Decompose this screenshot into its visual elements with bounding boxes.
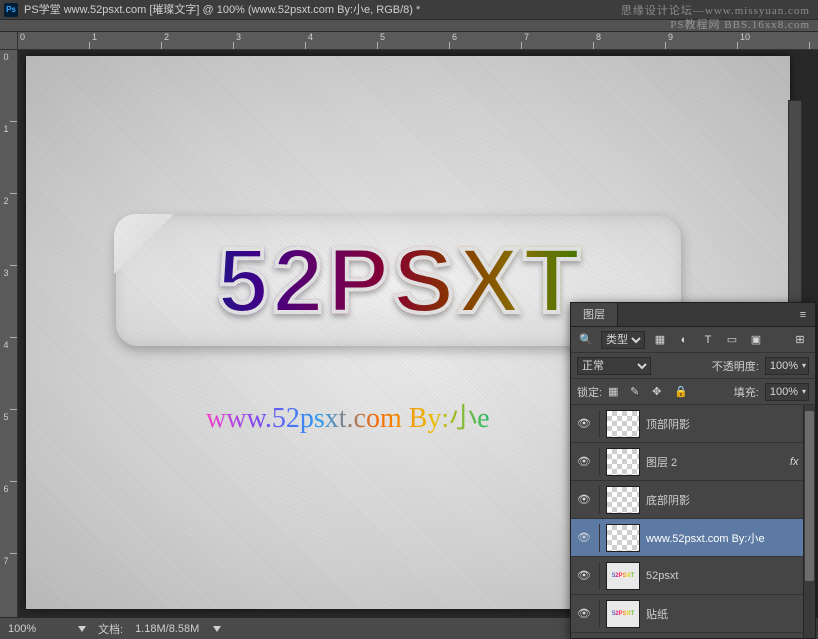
layer-row[interactable]: 👁图层 2fx▾ bbox=[571, 443, 815, 481]
separator bbox=[599, 562, 600, 590]
separator bbox=[599, 524, 600, 552]
layer-row[interactable]: 👁 52PSXT 贴纸 bbox=[571, 595, 815, 633]
page-curl-effect bbox=[114, 214, 214, 314]
zoom-level[interactable]: 100% bbox=[8, 623, 64, 635]
layer-row[interactable]: 👁 底部阴影 bbox=[571, 481, 815, 519]
doc-size-label: 文档: bbox=[98, 621, 123, 637]
layer-name[interactable]: www.52psxt.com By:小e bbox=[646, 530, 811, 546]
visibility-toggle-icon[interactable]: 👁 bbox=[575, 531, 593, 544]
separator bbox=[599, 600, 600, 628]
layer-row[interactable]: 👁 52PSXT 52psxt bbox=[571, 557, 815, 595]
visibility-toggle-icon[interactable]: 👁 bbox=[575, 455, 593, 468]
forum-watermark-2: PS教程网 BBS.16xx8.com bbox=[670, 16, 810, 32]
layers-panel: 图层 ≡ 🔍 类型 ▦ ◐ T ▭ ▣ ⊞ 正常 不透明度: 100%▾ 锁定:… bbox=[570, 302, 816, 639]
layers-list[interactable]: 👁顶部阴影👁图层 2fx▾👁底部阴影👁www.52psxt.com By:小e👁… bbox=[571, 405, 815, 638]
layer-thumbnail[interactable] bbox=[606, 448, 640, 476]
layer-row[interactable]: 👁 顶部阴影 bbox=[571, 405, 815, 443]
panel-tab-row: 图层 ≡ bbox=[571, 303, 815, 327]
filter-adjustment-icon[interactable]: ◐ bbox=[675, 331, 693, 349]
signature-text: www.52psxt.com By:小e bbox=[206, 396, 490, 436]
lock-pixels-icon[interactable]: ✎ bbox=[630, 385, 646, 398]
lock-fill-row: 锁定: ▦ ✎ ✥ 🔒 填充: 100%▾ bbox=[571, 379, 815, 405]
filter-type-icon[interactable]: T bbox=[699, 331, 717, 349]
layer-thumbnail[interactable]: 52PSXT bbox=[606, 562, 640, 590]
vertical-ruler[interactable]: 012345678 bbox=[0, 50, 18, 617]
layer-thumbnail[interactable]: 52PSXT bbox=[606, 600, 640, 628]
layer-name[interactable]: 顶部阴影 bbox=[646, 416, 811, 432]
visibility-toggle-icon[interactable]: 👁 bbox=[575, 493, 593, 506]
scrollbar-thumb[interactable] bbox=[805, 411, 814, 581]
fx-badge[interactable]: fx bbox=[790, 456, 801, 468]
panel-vertical-scrollbar[interactable] bbox=[803, 405, 815, 638]
filter-pixel-icon[interactable]: ▦ bbox=[651, 331, 669, 349]
fill-label: 填充: bbox=[734, 384, 759, 400]
horizontal-ruler[interactable]: 012345678910 bbox=[18, 32, 818, 50]
layer-thumbnail[interactable] bbox=[606, 524, 640, 552]
layer-name[interactable]: 底部阴影 bbox=[646, 492, 811, 508]
zoom-dropdown-icon[interactable] bbox=[78, 626, 86, 632]
fill-value[interactable]: 100%▾ bbox=[765, 383, 809, 401]
filter-smart-icon[interactable]: ▣ bbox=[747, 331, 765, 349]
opacity-value[interactable]: 100%▾ bbox=[765, 357, 809, 375]
visibility-toggle-icon[interactable]: 👁 bbox=[575, 607, 593, 620]
panel-flyout-menu-icon[interactable]: ≡ bbox=[791, 309, 815, 321]
tab-layers[interactable]: 图层 bbox=[571, 303, 618, 326]
filter-type-select[interactable]: 类型 bbox=[601, 331, 645, 349]
visibility-toggle-icon[interactable]: 👁 bbox=[575, 569, 593, 582]
separator bbox=[599, 486, 600, 514]
separator bbox=[599, 410, 600, 438]
separator bbox=[599, 448, 600, 476]
blend-opacity-row: 正常 不透明度: 100%▾ bbox=[571, 353, 815, 379]
layer-name[interactable]: 图层 2 bbox=[646, 454, 784, 470]
document-title: PS学堂 www.52psxt.com [璀璨文字] @ 100% (www.5… bbox=[24, 0, 420, 20]
layer-filter-row: 🔍 类型 ▦ ◐ T ▭ ▣ ⊞ bbox=[571, 327, 815, 353]
lock-transparent-icon[interactable]: ▦ bbox=[608, 385, 624, 398]
layer-row[interactable]: 👁 www.52psxt.com By:小e bbox=[571, 519, 815, 557]
lock-label: 锁定: bbox=[577, 384, 602, 400]
status-menu-icon[interactable] bbox=[213, 626, 221, 632]
layer-thumbnail[interactable] bbox=[606, 410, 640, 438]
lock-position-icon[interactable]: ✥ bbox=[652, 385, 668, 398]
visibility-toggle-icon[interactable]: 👁 bbox=[575, 417, 593, 430]
opacity-label: 不透明度: bbox=[712, 358, 759, 374]
search-icon[interactable]: 🔍 bbox=[577, 331, 595, 349]
filter-toggle-switch[interactable]: ⊞ bbox=[791, 331, 809, 349]
blend-mode-select[interactable]: 正常 bbox=[577, 357, 651, 375]
ps-app-icon: Ps bbox=[4, 3, 18, 17]
doc-size-value: 1.18M/8.58M bbox=[135, 623, 199, 635]
ruler-origin[interactable] bbox=[0, 32, 18, 50]
filter-shape-icon[interactable]: ▭ bbox=[723, 331, 741, 349]
layer-thumbnail[interactable] bbox=[606, 486, 640, 514]
layer-name[interactable]: 52psxt bbox=[646, 570, 811, 582]
lock-all-icon[interactable]: 🔒 bbox=[674, 385, 690, 398]
layer-name[interactable]: 贴纸 bbox=[646, 606, 811, 622]
